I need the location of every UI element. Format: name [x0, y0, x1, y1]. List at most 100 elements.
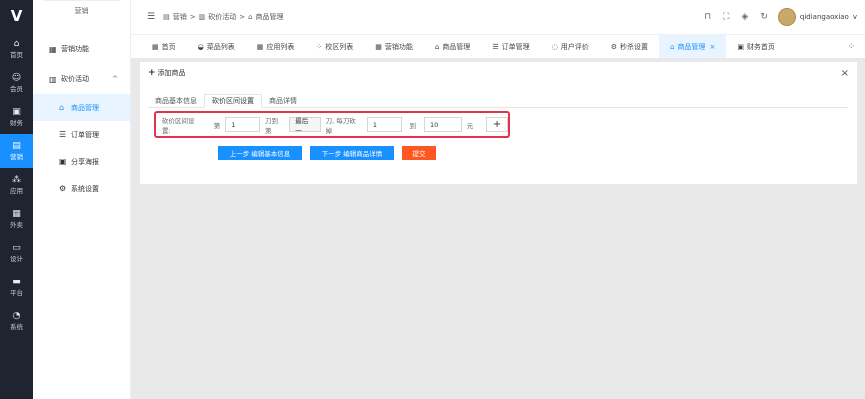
lock-icon[interactable]: ⊓	[704, 12, 711, 22]
theme-icon[interactable]: ◈	[741, 12, 748, 22]
rail-item-finance[interactable]: ▣ 财务	[0, 100, 33, 134]
tab-label: 商品管理	[442, 42, 471, 51]
card-title: 添加商品	[157, 69, 186, 77]
grid-icon: ▦	[375, 42, 382, 51]
tab-goods-detail[interactable]: 商品详情	[262, 94, 304, 107]
submenu-item-bargain[interactable]: ▥ 砍价活动 ^	[33, 64, 130, 94]
menu-toggle-icon[interactable]: ☰	[147, 12, 155, 22]
close-icon[interactable]: ×	[709, 43, 715, 51]
close-icon[interactable]: ×	[841, 68, 849, 79]
lock-icon: ⌂	[669, 42, 675, 51]
tab-orders[interactable]: ☰ 订单管理	[481, 35, 540, 58]
dish-icon: ◒	[197, 42, 204, 51]
breadcrumb-item[interactable]: 砍价活动	[208, 12, 236, 22]
gear-icon: ⚙	[610, 42, 617, 51]
tab-label: 订单管理	[501, 42, 530, 51]
min-cut-input[interactable]: 1	[366, 117, 402, 132]
grid-icon: ▦	[49, 44, 57, 54]
apps-icon: ⁂	[12, 175, 21, 185]
breadcrumb-icon: ▤	[163, 13, 170, 21]
rail-item-label: 财务	[10, 119, 23, 127]
image-icon: ▣	[59, 157, 67, 166]
chevron-down-icon[interactable]: v	[853, 13, 857, 21]
static-text: 刀到第	[264, 116, 278, 135]
grid-icon: ▦	[256, 42, 264, 51]
finance-icon: ▣	[12, 107, 21, 117]
submenu-item-label: 商品管理	[71, 103, 99, 112]
rail-item-label: 首页	[10, 51, 23, 59]
breadcrumb-item: 商品管理	[255, 13, 284, 21]
tab-label: 营销功能	[384, 42, 413, 51]
next-step-button[interactable]: 下一步 编辑商品详情	[310, 146, 394, 160]
breadcrumb-icon: ⌂	[248, 13, 253, 21]
refresh-icon[interactable]: ↻	[760, 12, 768, 22]
submenu-item-orders[interactable]: ☰ 订单管理	[33, 121, 130, 148]
breadcrumb-item[interactable]: 营销	[173, 12, 187, 22]
rail-item-system[interactable]: ◔ 系统	[0, 304, 33, 338]
tab-basic-info[interactable]: 商品基本信息	[148, 94, 204, 107]
tab-label: 用户评价	[560, 42, 589, 51]
start-cut-input[interactable]: 1	[225, 117, 260, 132]
tab-finance[interactable]: ▣ 财务首页	[726, 35, 786, 58]
prev-step-button[interactable]: 上一步 编辑基本信息	[218, 146, 302, 160]
chart-icon: ▥	[49, 74, 57, 84]
add-goods-card: + 添加商品 × 商品基本信息 砍价区间设置 商品详情 砍价区间设置: 第 1 …	[140, 62, 857, 184]
action-buttons: 上一步 编辑基本信息 下一步 编辑商品详情 提交	[218, 146, 444, 160]
rail-item-design[interactable]: ▭ 设计	[0, 236, 33, 270]
static-text: 第	[213, 121, 221, 130]
avatar[interactable]	[777, 8, 796, 26]
submenu-item-label: 分享海报	[71, 157, 99, 166]
submenu-item-goods[interactable]: ⌂ 商品管理	[33, 94, 130, 121]
submit-button[interactable]: 提交	[402, 146, 436, 160]
rail-item-label: 系统	[10, 323, 23, 331]
submenu-item-poster[interactable]: ▣ 分享海报	[33, 148, 130, 175]
bargain-range-row: 砍价区间设置: 第 1 刀到第 最后一 刀, 每刀砍掉 1 到 10 元 +	[154, 111, 510, 138]
tab-home[interactable]: ▦ 首页	[141, 35, 187, 58]
tab-label: 菜品列表	[206, 42, 235, 51]
comment-icon: ◌	[551, 42, 558, 51]
add-range-button[interactable]: +	[486, 117, 508, 132]
submenu-item-label: 系统设置	[71, 184, 99, 193]
tab-label: 校区列表	[325, 42, 354, 51]
tab-seckill[interactable]: ⚙ 秒杀设置	[600, 35, 659, 58]
lock-icon: ⌂	[434, 42, 440, 51]
lock-icon: ⌂	[59, 103, 65, 112]
rail-item-member[interactable]: ☺ 会员	[0, 66, 33, 100]
tab-dishes[interactable]: ◒ 菜品列表	[187, 35, 246, 58]
tab-label: 财务首页	[746, 42, 775, 51]
submenu: 营销 ▦ 营销功能 ▥ 砍价活动 ^ ⌂ 商品管理 ☰ 订单管理 ▣ 分享海报 …	[33, 0, 131, 399]
home-icon: ⌂	[13, 39, 20, 49]
static-text: 刀, 每刀砍掉	[325, 116, 356, 135]
username[interactable]: qidiangaoxiao	[800, 13, 849, 21]
tab-apps[interactable]: ▦ 应用列表	[246, 35, 306, 58]
fullscreen-icon[interactable]: ⛶	[723, 12, 729, 22]
tabs-menu-icon[interactable]: ⁘	[837, 35, 865, 58]
tab-goods[interactable]: ⌂ 商品管理	[424, 35, 481, 58]
static-text: 到	[409, 121, 417, 130]
submenu-item-label: 订单管理	[71, 130, 99, 139]
member-icon: ☺	[11, 73, 22, 83]
submenu-item-settings[interactable]: ⚙ 系统设置	[33, 175, 130, 202]
rail-item-label: 会员	[10, 85, 23, 93]
tab-campus[interactable]: ⁘ 校区列表	[305, 35, 364, 58]
rail-item-takeout[interactable]: ▦ 外卖	[0, 202, 33, 236]
tab-bargain-range[interactable]: 砍价区间设置	[204, 94, 262, 108]
takeout-icon: ▦	[12, 209, 21, 219]
submenu-item-label: 营销功能	[61, 45, 89, 53]
plus-icon: +	[148, 68, 156, 78]
rail-item-apps[interactable]: ⁂ 应用	[0, 168, 33, 202]
tab-goods-active[interactable]: ⌂ 商品管理 ×	[658, 35, 727, 58]
gear-icon: ⚙	[59, 184, 67, 193]
submenu-item-marketing-features[interactable]: ▦ 营销功能	[33, 34, 130, 64]
rail-item-marketing[interactable]: ▤ 营销	[0, 134, 33, 168]
max-cut-input[interactable]: 10	[424, 117, 462, 132]
rail-item-home[interactable]: ⌂ 首页	[0, 32, 33, 66]
rail-item-platform[interactable]: ▬ 平台	[0, 270, 33, 304]
rail-item-label: 营销	[10, 153, 23, 161]
tab-marketing[interactable]: ▦ 营销功能	[364, 35, 424, 58]
tab-reviews[interactable]: ◌ 用户评价	[541, 35, 600, 58]
monitor-icon: ▭	[12, 243, 21, 253]
platform-icon: ▬	[12, 277, 21, 287]
static-text: 元	[466, 121, 474, 130]
end-cut-select[interactable]: 最后一	[289, 117, 321, 135]
